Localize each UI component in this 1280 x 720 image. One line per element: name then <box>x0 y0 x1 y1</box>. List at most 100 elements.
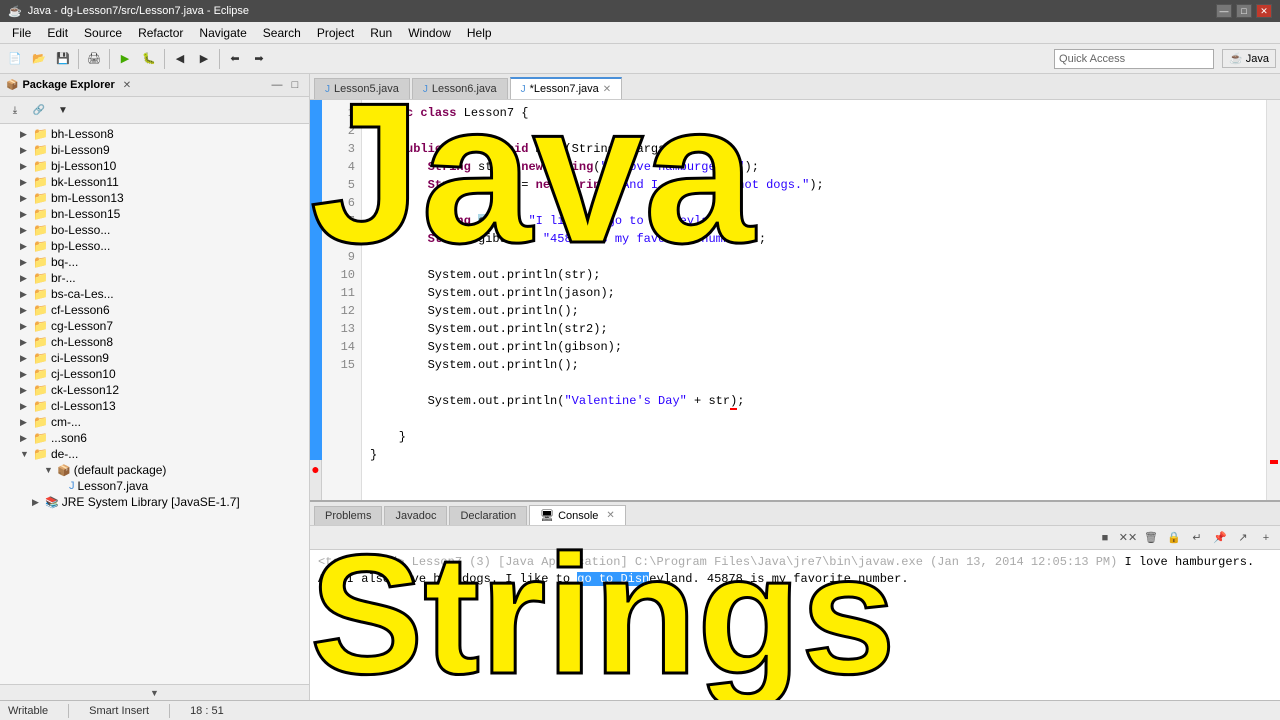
clear-console-button[interactable]: 🗑 <box>1141 529 1161 547</box>
collapse-all-button[interactable]: ⤓ <box>4 99 26 121</box>
close-button[interactable]: ✕ <box>1256 4 1272 18</box>
tree-item-br[interactable]: ▶ 📁 br-... <box>0 270 309 286</box>
menu-file[interactable]: File <box>4 24 39 42</box>
tree-item-bh-lesson8[interactable]: ▶ 📁 bh-Lesson8 <box>0 126 309 142</box>
tree-label: de-... <box>51 447 78 461</box>
menu-navigate[interactable]: Navigate <box>191 24 254 42</box>
tree-item-ck-lesson12[interactable]: ▶ 📁 ck-Lesson12 <box>0 382 309 398</box>
pin-console-button[interactable]: 📌 <box>1210 529 1230 547</box>
tree-item-jre-library[interactable]: ▶ 📚 JRE System Library [JavaSE-1.7] <box>0 494 309 510</box>
tab-console[interactable]: 🖥 Console ✕ <box>529 505 626 525</box>
tree-item-cm[interactable]: ▶ 📁 cm-... <box>0 414 309 430</box>
editor-content-area[interactable]: ● 1 2 3 4 5 6 7 8 9 10 <box>310 100 1280 500</box>
maximize-button[interactable]: □ <box>1236 4 1252 18</box>
tab-close-icon[interactable]: ✕ <box>603 84 611 95</box>
tab-declaration[interactable]: Declaration <box>449 506 527 525</box>
tree-item-bi-lesson9[interactable]: ▶ 📁 bi-Lesson9 <box>0 142 309 158</box>
java-file-icon: J <box>423 84 428 95</box>
new-button[interactable]: 📄 <box>4 48 26 70</box>
error-marker: ● <box>310 460 321 478</box>
console-output: <terminated> Lesson7 (3) [Java Applicati… <box>310 550 1280 700</box>
editor-left-margin: ● <box>310 100 322 500</box>
new-console-button[interactable]: + <box>1256 529 1276 547</box>
title-bar-controls[interactable]: — □ ✕ <box>1216 4 1272 18</box>
tree-item-cg-lesson7[interactable]: ▶ 📁 cg-Lesson7 <box>0 318 309 334</box>
word-wrap-button[interactable]: ↵ <box>1187 529 1207 547</box>
menu-edit[interactable]: Edit <box>39 24 76 42</box>
scroll-error-marker <box>1270 460 1278 464</box>
sidebar-scroll-down[interactable]: ▼ <box>0 684 309 700</box>
java-perspective-button[interactable]: ☕ Java <box>1222 49 1276 68</box>
tree-item-ci-lesson9[interactable]: ▶ 📁 ci-Lesson9 <box>0 350 309 366</box>
open-console-button[interactable]: ↗ <box>1233 529 1253 547</box>
forward-button[interactable]: ▶ <box>193 48 215 70</box>
line-number-gutter: 1 2 3 4 5 6 7 8 9 10 11 12 13 <box>322 100 362 500</box>
menu-help[interactable]: Help <box>459 24 500 42</box>
back-button[interactable]: ◀ <box>169 48 191 70</box>
tree-item-de[interactable]: ▼ 📁 de-... <box>0 446 309 462</box>
quick-access-input[interactable]: Quick Access <box>1054 49 1214 69</box>
menu-window[interactable]: Window <box>400 24 459 42</box>
tab-javadoc[interactable]: Javadoc <box>384 506 447 525</box>
minimize-sidebar-button[interactable]: — <box>269 77 285 93</box>
next-edit-button[interactable]: ➡ <box>248 48 270 70</box>
app-icon: ☕ <box>8 5 22 18</box>
menu-source[interactable]: Source <box>76 24 130 42</box>
run-button[interactable]: ▶ <box>114 48 136 70</box>
tree-item-default-package[interactable]: ▼ 📦 (default package) <box>0 462 309 478</box>
tree-item-bq[interactable]: ▶ 📁 bq-... <box>0 254 309 270</box>
scroll-lock-button[interactable]: 🔒 <box>1164 529 1184 547</box>
status-sep1 <box>68 704 69 718</box>
tab-problems[interactable]: Problems <box>314 506 382 525</box>
toolbar-sep3 <box>164 49 165 69</box>
save-button[interactable]: 💾 <box>52 48 74 70</box>
menu-refactor[interactable]: Refactor <box>130 24 191 42</box>
tree-label: cg-Lesson7 <box>51 319 113 333</box>
menu-run[interactable]: Run <box>362 24 400 42</box>
tree-item-bj-lesson10[interactable]: ▶ 📁 bj-Lesson10 <box>0 158 309 174</box>
package-explorer-title: Package Explorer <box>22 79 114 91</box>
remove-launches-button[interactable]: ✕✕ <box>1118 529 1138 547</box>
java-file-icon: J <box>325 84 330 95</box>
menu-project[interactable]: Project <box>309 24 362 42</box>
sidebar-view-menu[interactable]: ▼ <box>52 99 74 121</box>
tab-lesson7[interactable]: J *Lesson7.java ✕ <box>510 77 623 99</box>
sidebar-controls: — □ <box>269 77 303 93</box>
menu-search[interactable]: Search <box>255 24 309 42</box>
prev-edit-button[interactable]: ⬅ <box>224 48 246 70</box>
tree-label: bp-Lesso... <box>51 239 110 253</box>
stop-console-button[interactable]: ■ <box>1095 529 1115 547</box>
tree-item-bp-lesson[interactable]: ▶ 📁 bp-Lesso... <box>0 238 309 254</box>
tree-item-bs-ca[interactable]: ▶ 📁 bs-ca-Les... <box>0 286 309 302</box>
main-layout: 📦 Package Explorer ✕ — □ ⤓ 🔗 ▼ ▶ 📁 bh-Le… <box>0 74 1280 700</box>
tree-item-cl-lesson13[interactable]: ▶ 📁 cl-Lesson13 <box>0 398 309 414</box>
print-button[interactable]: 🖨 <box>83 48 105 70</box>
open-button[interactable]: 📂 <box>28 48 50 70</box>
tab-label: Javadoc <box>395 510 436 522</box>
tab-lesson5[interactable]: J Lesson5.java <box>314 78 410 99</box>
tree-item-cj-lesson10[interactable]: ▶ 📁 cj-Lesson10 <box>0 366 309 382</box>
code-editor[interactable]: public class Lesson7 { public static voi… <box>362 100 1266 500</box>
debug-button[interactable]: 🐛 <box>138 48 160 70</box>
minimize-button[interactable]: — <box>1216 4 1232 18</box>
title-bar-left: ☕ Java - dg-Lesson7/src/Lesson7.java - E… <box>8 5 249 18</box>
console-highlight: go to Disn <box>577 572 649 586</box>
tab-close-icon[interactable]: ✕ <box>606 510 614 521</box>
tree-item-bm-lesson13[interactable]: ▶ 📁 bm-Lesson13 <box>0 190 309 206</box>
tree-label: br-... <box>51 271 76 285</box>
link-editor-button[interactable]: 🔗 <box>28 99 50 121</box>
tree-item-cf-lesson6[interactable]: ▶ 📁 cf-Lesson6 <box>0 302 309 318</box>
tree-item-bo-lesson[interactable]: ▶ 📁 bo-Lesso... <box>0 222 309 238</box>
java-file-icon: J <box>521 84 526 95</box>
tree-item-bn-lesson15[interactable]: ▶ 📁 bn-Lesson15 <box>0 206 309 222</box>
maximize-sidebar-button[interactable]: □ <box>287 77 303 93</box>
tab-label: Lesson5.java <box>334 83 399 95</box>
tab-label: Lesson6.java <box>432 83 497 95</box>
editor-scrollbar[interactable] <box>1266 100 1280 500</box>
tree-item-son6[interactable]: ▶ 📁 ...son6 <box>0 430 309 446</box>
tab-lesson6[interactable]: J Lesson6.java <box>412 78 508 99</box>
tree-item-lesson7-java[interactable]: J Lesson7.java <box>0 478 309 494</box>
tree-item-bk-lesson11[interactable]: ▶ 📁 bk-Lesson11 <box>0 174 309 190</box>
tree-item-ch-lesson8[interactable]: ▶ 📁 ch-Lesson8 <box>0 334 309 350</box>
sidebar-close-icon[interactable]: ✕ <box>123 80 131 91</box>
